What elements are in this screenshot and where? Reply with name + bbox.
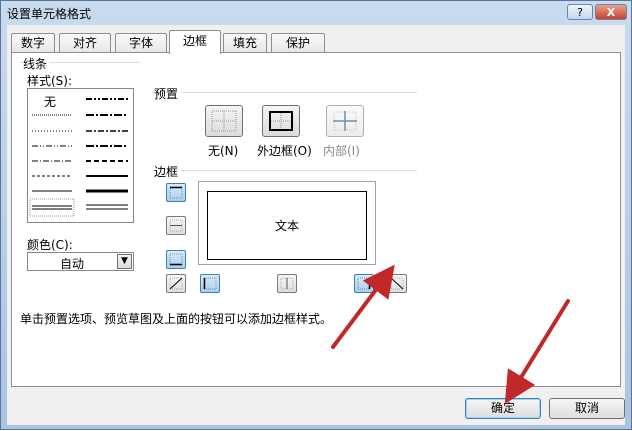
border-right-button[interactable] [354, 274, 374, 293]
line-style-samples[interactable] [28, 89, 133, 222]
border-top-icon [169, 186, 183, 199]
close-button[interactable]: X [595, 4, 627, 20]
style-label: 样式(S): [27, 74, 73, 88]
border-left-icon [203, 277, 217, 290]
border-right-icon [357, 277, 371, 290]
line-style-list[interactable]: 无 [27, 88, 134, 223]
border-diagonal-down-button[interactable] [387, 274, 407, 293]
line-section-label: 线条 [23, 55, 51, 72]
border-inside-vertical-icon [280, 277, 294, 290]
dialog-client: 数字 对齐 字体 边框 填充 保护 线条 样式(S): 无 颜色(C): 自动 … [7, 25, 625, 425]
dialog-title: 设置单元格格式 [7, 7, 92, 21]
border-divider [152, 170, 417, 171]
preset-outline-button[interactable] [262, 105, 300, 137]
border-inside-horizontal-icon [169, 219, 183, 232]
cancel-button[interactable]: 取消 [549, 398, 625, 419]
border-top-button[interactable] [166, 183, 186, 202]
preset-inside-icon [333, 111, 357, 131]
preview-text: 文本 [274, 219, 299, 233]
tab-border[interactable]: 边框 [169, 30, 221, 54]
preview-cell[interactable]: 文本 [207, 191, 367, 260]
border-inside-horizontal-button[interactable] [166, 216, 186, 235]
border-section-label: 边框 [154, 163, 182, 180]
border-bottom-button[interactable] [166, 250, 186, 269]
dialog-window: 设置单元格格式 ? X 数字 对齐 字体 边框 填充 保护 线条 样式(S): … [0, 0, 632, 430]
border-tab-panel: 线条 样式(S): 无 颜色(C): 自动 ▼ 预置 无(N) 外边框(O) 内… [11, 52, 621, 387]
color-dropdown[interactable]: 自动 ▼ [27, 252, 134, 271]
preset-inside-label: 内部(I) [323, 144, 360, 158]
color-label: 颜色(C): [27, 238, 73, 252]
preset-outline-label: 外边框(O) [257, 144, 312, 158]
presets-section-label: 预置 [154, 85, 182, 102]
preset-none-label: 无(N) [208, 144, 239, 158]
border-left-button[interactable] [200, 274, 220, 293]
border-diagonal-up-button[interactable] [166, 274, 186, 293]
border-inside-vertical-button[interactable] [277, 274, 297, 293]
tab-fill[interactable]: 填充 [223, 33, 267, 53]
border-preview[interactable]: 文本 [198, 181, 376, 265]
tab-font[interactable]: 字体 [115, 33, 167, 53]
preset-none-icon [211, 110, 237, 132]
tab-alignment[interactable]: 对齐 [59, 33, 111, 53]
preset-outline-icon [269, 111, 293, 131]
border-diagonal-down-icon [390, 277, 404, 290]
ok-button[interactable]: 确定 [465, 398, 541, 419]
preset-inside-button[interactable] [326, 105, 364, 137]
tab-number[interactable]: 数字 [11, 33, 55, 53]
help-button[interactable]: ? [567, 4, 593, 20]
color-value: 自动 [60, 257, 85, 271]
border-bottom-icon [169, 253, 183, 266]
presets-divider [152, 92, 417, 93]
chevron-down-icon[interactable]: ▼ [117, 254, 132, 269]
title-bar: 设置单元格格式 ? X [1, 1, 631, 25]
hint-text: 单击预置选项、预览草图及上面的按钮可以添加边框样式。 [20, 312, 333, 326]
border-diagonal-up-icon [169, 277, 183, 290]
preset-none-button[interactable] [205, 105, 243, 137]
tab-protection[interactable]: 保护 [271, 33, 325, 53]
